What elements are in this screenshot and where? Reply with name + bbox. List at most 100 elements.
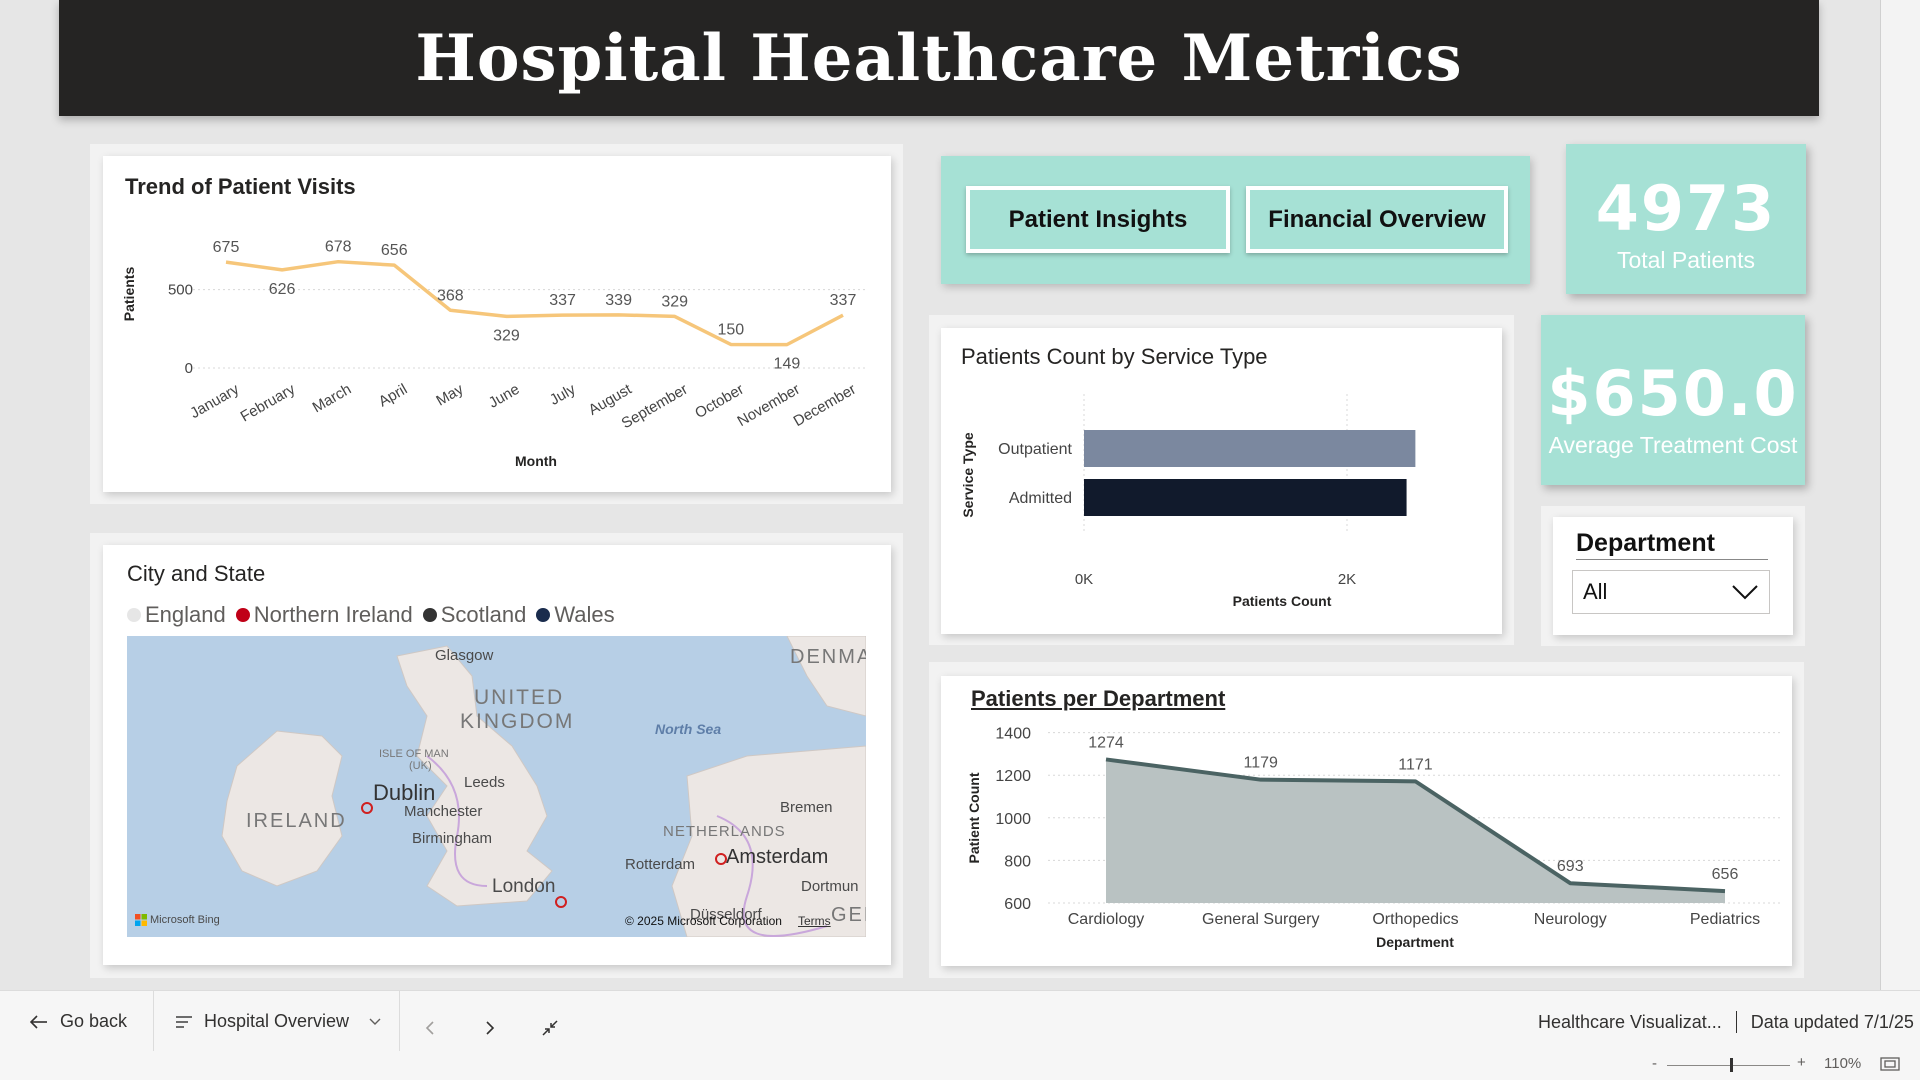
trend-data-label: 149 [774, 356, 801, 373]
area-x-tick: Pediatrics [1690, 911, 1760, 928]
zoom-in-button[interactable]: + [1797, 1054, 1806, 1071]
legend-dot-wales [536, 608, 551, 622]
map-label-ireland: IRELAND [246, 810, 347, 832]
report-name[interactable]: Healthcare Visualizat... [1538, 1012, 1722, 1033]
map-label-bremen: Bremen [780, 799, 833, 816]
legend-label-scotland: Scotland [440, 602, 527, 627]
arrow-left-icon [30, 1014, 47, 1029]
exit-fullscreen-icon[interactable] [541, 1019, 559, 1037]
total-patients-label: Total Patients [1616, 247, 1756, 273]
right-scroll-strip [1880, 0, 1920, 990]
bar-outpatient [1084, 430, 1416, 467]
total-patients-card: 4973 Total Patients [1566, 144, 1806, 294]
trend-x-tick: March [310, 381, 355, 417]
financial-overview-button[interactable]: Financial Overview [1246, 186, 1508, 253]
area-y-tick: 1000 [995, 811, 1031, 828]
map-label-dortmund: Dortmun [801, 878, 859, 895]
slicer-title-underline [1576, 559, 1768, 560]
map-label-rotterdam: Rotterdam [625, 856, 696, 873]
legend-item-scotland[interactable]: Scotland [422, 602, 527, 628]
trend-y-tick: 0 [185, 360, 193, 377]
area-data-label: 1274 [1088, 734, 1124, 751]
department-slicer-title: Department [1576, 529, 1715, 557]
area-data-label: 1171 [1398, 756, 1433, 773]
area-data-label: 693 [1557, 858, 1584, 875]
trend-data-label: 656 [381, 242, 408, 259]
map-copyright: © 2025 Microsoft Corporation [625, 914, 782, 928]
map-label-uk-2: KINGDOM [460, 710, 575, 733]
go-back-button[interactable]: Go back [30, 1011, 127, 1032]
map-terms-link[interactable]: Terms [798, 914, 831, 928]
map-area[interactable]: Glasgow UNITED KINGDOM North Sea DENMA I… [127, 636, 866, 937]
bing-attribution: Microsoft Bing [135, 914, 220, 926]
trend-x-tick: February [238, 380, 299, 425]
map-label-amsterdam: Amsterdam [726, 846, 829, 868]
data-updated-text: Data updated 7/1/25 [1750, 1011, 1914, 1032]
trend-x-tick: January [187, 380, 242, 422]
map-label-denmark: DENMA [790, 646, 866, 668]
legend-dot-england [127, 608, 141, 622]
trend-x-tick: November [734, 381, 802, 430]
legend-dot-scotland [422, 608, 437, 622]
page-selector[interactable]: Hospital Overview [176, 1011, 381, 1032]
map-label-leeds: Leeds [464, 774, 505, 791]
area-data-label: 656 [1712, 866, 1739, 883]
department-dropdown[interactable]: All [1572, 570, 1770, 614]
trend-x-tick: June [486, 381, 523, 412]
chevron-down-icon [1732, 585, 1758, 600]
legend-item-england[interactable]: England [127, 602, 226, 628]
trend-x-tick: July [547, 380, 579, 408]
legend-item-northern-ireland[interactable]: Northern Ireland [235, 602, 413, 628]
bar-x-tick: 0K [1075, 571, 1093, 588]
microsoft-logo-icon [135, 914, 147, 926]
area-y-tick: 1400 [995, 726, 1031, 743]
patient-insights-button[interactable]: Patient Insights [966, 186, 1230, 253]
bar-x-axis-title: Patients Count [1233, 593, 1332, 609]
trend-data-label: 675 [213, 239, 240, 256]
legend-label-northern-ireland: Northern Ireland [253, 602, 413, 627]
trend-data-label: 337 [830, 292, 857, 309]
chevron-down-icon [369, 1018, 381, 1025]
next-page-icon[interactable] [484, 1020, 496, 1036]
map-label-uk-1: UNITED [474, 686, 565, 709]
department-chart-card[interactable]: Patients per Department 600 800 1000 1200 14… [941, 676, 1792, 966]
department-selected-value: All [1583, 579, 1608, 604]
map-label-north-sea: North Sea [655, 721, 722, 737]
legend-item-wales[interactable]: Wales [536, 602, 615, 628]
trend-x-tick: April [376, 381, 410, 411]
trend-chart-card[interactable]: Trend of Patient Visits 0 500 675 626 678 656… [103, 156, 891, 492]
trend-line-chart: 0 500 675 626 678 656 368 329 337 339 329 150 149 337… [121, 239, 865, 469]
map-label-london: London [492, 876, 556, 897]
bar-y-axis-title: Service Type [960, 432, 976, 518]
department-area-chart: 600 800 1000 1200 1400 1274 1179 1171 693 656 Card… [966, 726, 1783, 950]
bar-x-tick: 2K [1338, 571, 1356, 588]
trend-data-label: 329 [661, 293, 688, 310]
trend-x-axis-title: Month [515, 453, 557, 469]
zoom-level: 110% [1824, 1055, 1862, 1072]
trend-x-tick: May [433, 380, 466, 409]
trend-data-label: 626 [269, 281, 296, 298]
trend-data-label: 150 [717, 321, 744, 338]
avg-treatment-cost-value: $650.0 [1547, 357, 1799, 430]
footer-divider [399, 991, 400, 1051]
map-legend: England Northern Ireland Scotland Wales [127, 602, 615, 628]
map-label-glasgow: Glasgow [435, 647, 494, 664]
area-data-label: 1179 [1244, 755, 1279, 772]
zoom-slider-thumb[interactable] [1730, 1058, 1733, 1072]
map-title: City and State [127, 561, 266, 586]
trend-data-label: 368 [437, 287, 464, 304]
bing-attribution-text: Microsoft Bing [150, 914, 220, 926]
zoom-slider-track[interactable] [1667, 1065, 1790, 1066]
zoom-out-button[interactable]: - [1652, 1055, 1657, 1072]
fit-to-page-icon[interactable] [1880, 1057, 1900, 1071]
area-x-tick: Neurology [1534, 911, 1607, 928]
area-x-tick: General Surgery [1202, 911, 1319, 928]
trend-data-label: 339 [605, 292, 632, 309]
previous-page-icon[interactable] [424, 1020, 436, 1036]
map-label-birmingham: Birmingham [412, 830, 493, 847]
header-banner: Hospital Healthcare Metrics [59, 0, 1819, 116]
report-footer: Go back Hospital Overview Healthcare Vis… [0, 990, 1920, 1080]
service-type-chart-card[interactable]: Patients Count by Service Type 0K 2K Outpa… [941, 328, 1502, 634]
area-x-axis-title: Department [1376, 934, 1454, 950]
bar-admitted [1084, 479, 1407, 516]
